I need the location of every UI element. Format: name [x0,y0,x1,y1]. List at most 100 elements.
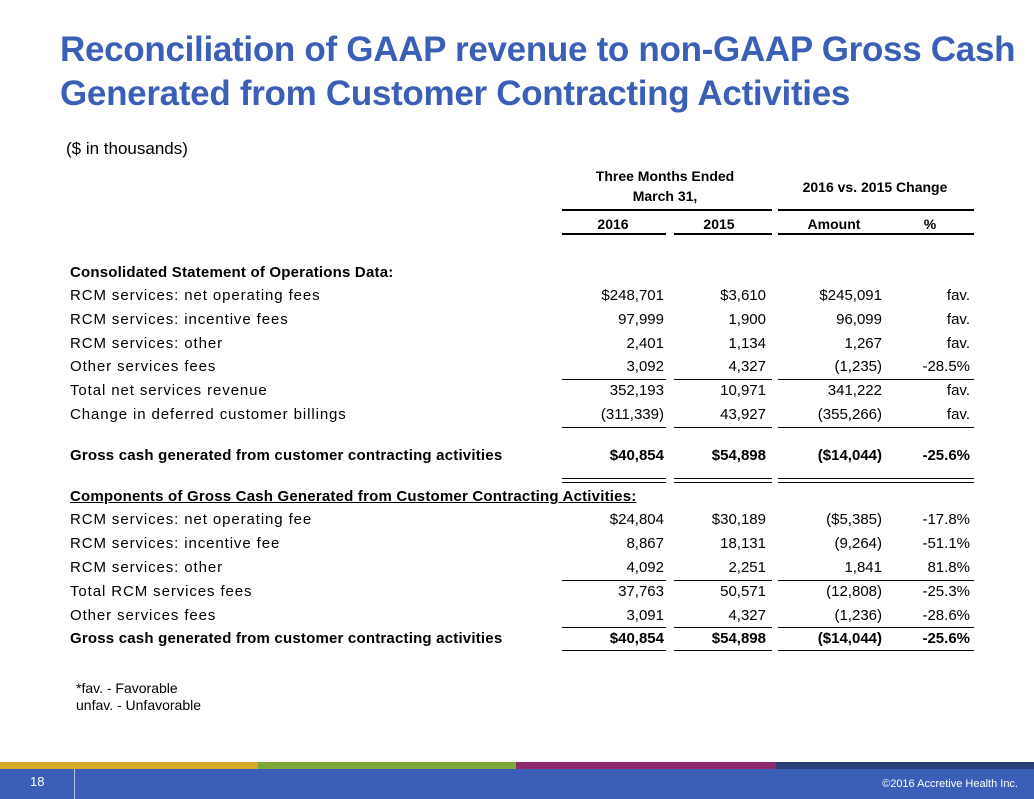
footnote: *fav. - Favorable unfav. - Unfavorable [76,680,201,714]
table-row: RCM services: net operating fees $248,70… [0,285,1034,307]
table-row: RCM services: incentive fee 8,867 18,131… [0,533,1034,555]
cell-amount: ($14,044) [817,447,882,464]
page-title: Reconciliation of GAAP revenue to non-GA… [60,30,1016,113]
total-rule-change [778,427,974,428]
footnote-unfav: unfav. - Unfavorable [76,697,202,713]
cell-2016: $40,854 [609,447,664,464]
cell-pct: -25.3% [922,583,970,600]
row-label: RCM services: other [70,335,223,352]
cell-2015: 1,900 [728,311,766,328]
section-heading-components: Components of Gross Cash Generated from … [0,486,1034,508]
cell-2015: 10,971 [720,382,766,399]
cell-pct: -17.8% [922,511,970,528]
cell-2016: $40,854 [609,630,664,647]
cell-2016: 37,763 [618,583,664,600]
row-label: RCM services: net operating fees [70,287,321,304]
cell-pct: -25.6% [922,630,970,647]
cell-2015: $30,189 [711,511,766,528]
row-label: Other services fees [70,358,217,375]
cell-amount: (1,235) [834,358,882,375]
double-rule-2016 [562,478,666,483]
table-row: RCM services: other 4,092 2,251 1,841 81… [0,557,1034,579]
cell-amount: 96,099 [836,311,882,328]
cell-pct: fav. [946,287,970,304]
cell-2015: $54,898 [711,630,766,647]
cell-2015: 4,327 [728,358,766,375]
cell-amount: $245,091 [819,287,882,304]
cell-amount: (1,236) [834,607,882,624]
cell-2016: 3,092 [626,358,664,375]
cell-2015: 43,927 [720,406,766,423]
cell-amount: (12,808) [826,583,882,600]
table-row: RCM services: incentive fees 97,999 1,90… [0,309,1034,331]
cell-2016: 4,092 [626,559,664,576]
color-bar-purple [516,762,776,769]
double-rule-2015 [674,478,772,483]
col-header-amount: Amount [807,216,861,232]
col-rule-change [778,233,974,235]
cell-pct: -25.6% [922,447,970,464]
cell-2016: 2,401 [626,335,664,352]
col-header-pct: % [923,216,937,232]
header-three-months: Three Months Ended March 31, [595,168,735,204]
row-label: Other services fees [70,607,217,624]
table-row: Total net services revenue 352,193 10,97… [0,380,1034,402]
footer-band: 18 ©2016 Accretive Health Inc. [0,769,1034,799]
col-header-2016: 2016 [597,216,629,232]
cell-2016: 8,867 [626,535,664,552]
cell-pct: fav. [946,382,970,399]
table-row-total: Gross cash generated from customer contr… [0,445,1034,467]
row-label: RCM services: net operating fee [70,511,313,528]
row-label: RCM services: incentive fees [70,311,289,328]
row-label: RCM services: other [70,559,223,576]
cell-pct: -51.1% [922,535,970,552]
cell-2015: 1,134 [728,335,766,352]
footnote-fav: *fav. - Favorable [76,680,178,696]
units-subtitle: ($ in thousands) [66,139,188,158]
cell-2016: 97,999 [618,311,664,328]
header-rule-right [778,209,974,211]
row-label: Gross cash generated from customer contr… [70,447,503,464]
table-row: Other services fees 3,091 4,327 (1,236) … [0,605,1034,627]
row-label: Change in deferred customer billings [70,406,347,423]
section-heading-label: Consolidated Statement of Operations Dat… [70,264,394,281]
cell-2016: 352,193 [609,382,664,399]
total-rule-2016 [562,427,666,428]
cell-pct: fav. [946,406,970,423]
cell-amount: ($14,044) [817,630,882,647]
cell-2015: $3,610 [720,287,766,304]
header-change: 2016 vs. 2015 Change [802,179,948,195]
color-bar-navy [776,762,1034,769]
cell-2015: $54,898 [711,447,766,464]
cell-2016: $24,804 [609,511,664,528]
page-number: 18 [30,774,45,789]
color-bar-green [258,762,516,769]
color-bar-gold [0,762,258,769]
col-rule-2015 [674,233,772,235]
row-label: Total net services revenue [70,382,268,399]
row-label: Gross cash generated from customer contr… [70,630,503,647]
double-rule-change [778,478,974,483]
section-heading-label: Components of Gross Cash Generated from … [70,488,637,505]
total-rule-2015 [674,427,772,428]
cell-2016: 3,091 [626,607,664,624]
table-row: Change in deferred customer billings (31… [0,404,1034,426]
table-row: RCM services: other 2,401 1,134 1,267 fa… [0,333,1034,355]
cell-2015: 4,327 [728,607,766,624]
bottom-rule-change [778,650,974,651]
cell-pct: -28.5% [922,358,970,375]
row-label: RCM services: incentive fee [70,535,281,552]
cell-2016: (311,339) [600,406,664,423]
copyright: ©2016 Accretive Health Inc. [882,778,1018,790]
bottom-rule-2016 [562,650,666,651]
cell-2015: 2,251 [728,559,766,576]
row-label: Total RCM services fees [70,583,253,600]
col-header-2015: 2015 [703,216,735,232]
cell-amount: 1,267 [844,335,882,352]
header-rule-left [562,209,772,211]
footer-divider [74,769,75,799]
section-heading-ops: Consolidated Statement of Operations Dat… [0,262,1034,284]
cell-pct: fav. [946,335,970,352]
cell-pct: 81.8% [927,559,970,576]
cell-pct: fav. [946,311,970,328]
